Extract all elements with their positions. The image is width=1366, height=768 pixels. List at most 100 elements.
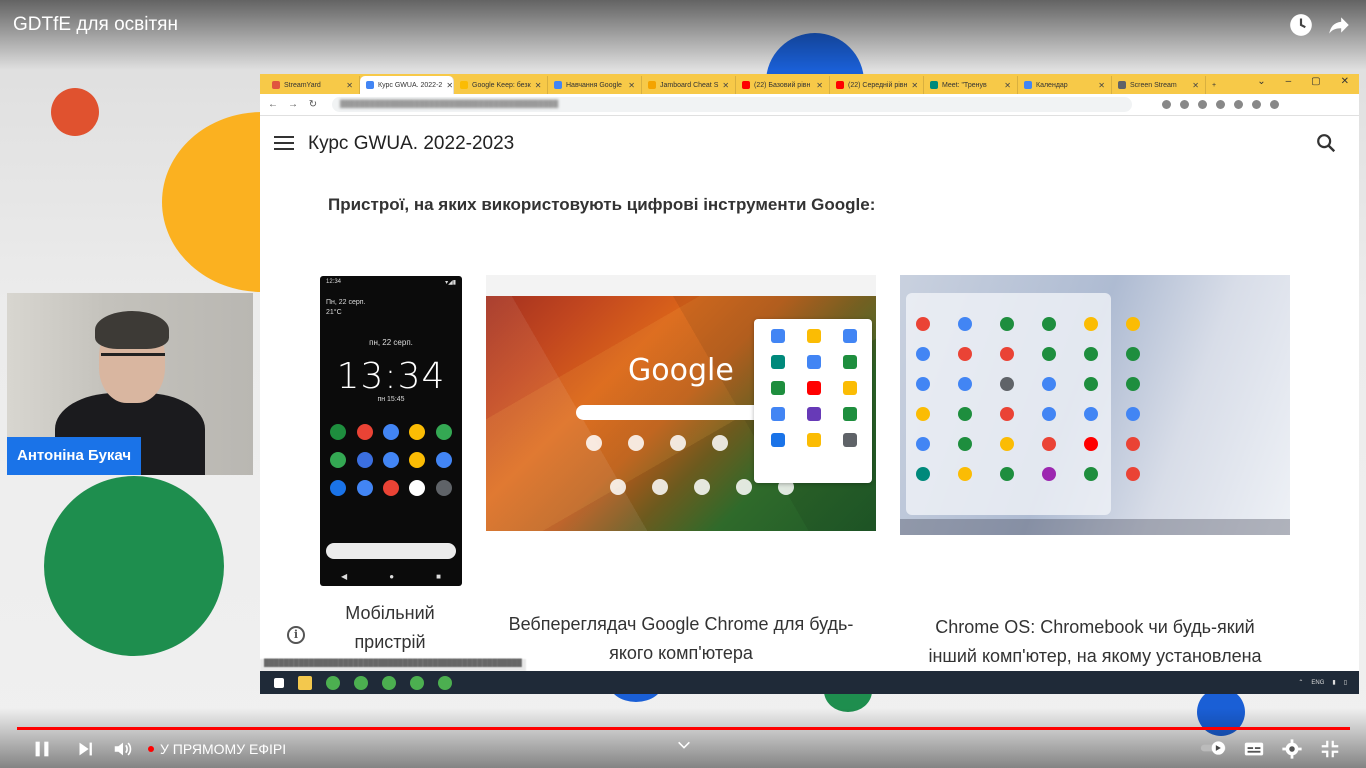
browser-tab[interactable]: StreamYard ✕ xyxy=(266,76,360,94)
browser-tab[interactable]: Google Keep: безк ✕ xyxy=(454,76,548,94)
phone-date: пн, 22 серп. xyxy=(369,338,413,347)
taskbar-chrome-icon[interactable] xyxy=(326,675,340,690)
google-search-box xyxy=(576,405,766,420)
next-icon[interactable] xyxy=(73,738,97,760)
phone-search-bar xyxy=(326,543,456,559)
section-heading: Пристрої, на яких використовують цифрові… xyxy=(328,195,876,214)
browser-tab[interactable]: Meet: "Тренув ✕ xyxy=(924,76,1018,94)
progress-bar[interactable] xyxy=(17,727,1350,730)
info-icon[interactable]: i xyxy=(287,626,305,644)
site-title[interactable]: Курс GWUA. 2022-2023 xyxy=(308,133,514,155)
google-logo: Google xyxy=(628,353,734,388)
presenter-hair xyxy=(95,311,169,349)
live-dot xyxy=(148,746,154,752)
tab-label: (22) Середній рівн xyxy=(848,81,908,89)
taskbar-chrome-icon[interactable] xyxy=(410,675,424,690)
presenter-glasses xyxy=(101,353,165,367)
decor-circle-red xyxy=(51,88,99,136)
browser-tab[interactable]: Screen Stream ✕ xyxy=(1112,76,1206,94)
new-tab-button[interactable]: + xyxy=(1206,76,1226,94)
tab-close-icon[interactable]: ✕ xyxy=(1098,81,1105,90)
screen-share: StreamYard ✕ Курс GWUA. 2022-2 ✕ Google Keep… xyxy=(260,74,1359,694)
live-label: У ПРЯМОМУ ЕФІРІ xyxy=(160,741,287,757)
chromeos-screenshot xyxy=(900,275,1290,535)
tab-close-icon[interactable]: ✕ xyxy=(628,81,635,90)
history-icon[interactable] xyxy=(1288,12,1314,38)
google-apps-panel xyxy=(754,319,872,483)
share-icon[interactable] xyxy=(1326,12,1352,38)
address-bar: ← → ↻ ██████████████████████████████████… xyxy=(260,94,1359,116)
tab-label: Навчання Google xyxy=(566,81,622,89)
tab-close-icon[interactable]: ✕ xyxy=(816,81,823,90)
tab-label: (22) Базовий рівн xyxy=(754,81,811,89)
tab-favicon-icon xyxy=(1024,81,1032,89)
window-controls[interactable]: ⌄ – ▢ ✕ xyxy=(1257,76,1349,87)
tab-favicon-icon xyxy=(648,81,656,89)
menu-icon[interactable] xyxy=(274,136,294,150)
tab-favicon-icon xyxy=(742,81,750,89)
tab-label: Screen Stream xyxy=(1130,81,1177,89)
browser-tab[interactable]: Навчання Google ✕ xyxy=(548,76,642,94)
phone-alarm: пн 15:45 xyxy=(377,396,405,403)
chrome-browser-screenshot: Google xyxy=(486,275,876,531)
caption-chrome: Вебпереглядач Google Chrome для будь- як… xyxy=(508,614,854,663)
browser-tab[interactable]: (22) Базовий рівн ✕ xyxy=(736,76,830,94)
tab-close-icon[interactable]: ✕ xyxy=(722,81,729,90)
sites-header: Курс GWUA. 2022-2023 xyxy=(260,116,1359,170)
top-overlay xyxy=(0,0,1366,70)
chrome-toolbar xyxy=(486,275,876,296)
phone-clock: 13:34 xyxy=(336,356,446,397)
tab-favicon-icon xyxy=(930,81,938,89)
tab-close-icon[interactable]: ✕ xyxy=(446,81,453,90)
browser-tab[interactable]: Jamboard Cheat S ✕ xyxy=(642,76,736,94)
windows-taskbar: ⌃ ENG ▮ ▯ xyxy=(260,671,1359,694)
tab-close-icon[interactable]: ✕ xyxy=(1192,81,1199,90)
tab-close-icon[interactable]: ✕ xyxy=(535,81,542,90)
browser-tab[interactable]: Календар ✕ xyxy=(1018,76,1112,94)
phone-status-bar: 12:34 ▾◢▮ xyxy=(326,279,456,286)
back-icon[interactable]: ← xyxy=(266,99,280,110)
exit-fullscreen-icon[interactable] xyxy=(1318,738,1342,760)
browser-tab[interactable]: (22) Середній рівн ✕ xyxy=(830,76,924,94)
pause-icon[interactable] xyxy=(30,738,54,760)
forward-icon[interactable]: → xyxy=(286,99,300,110)
extension-icons[interactable] xyxy=(1162,100,1279,109)
system-tray[interactable]: ⌃ ENG ▮ ▯ xyxy=(1298,679,1347,687)
windows-start-icon[interactable] xyxy=(274,677,284,688)
tab-favicon-icon xyxy=(366,81,374,89)
chrome-shortcuts-row1 xyxy=(586,435,770,451)
tab-close-icon[interactable]: ✕ xyxy=(911,81,918,90)
reload-icon[interactable]: ↻ xyxy=(306,99,320,110)
subtitles-icon[interactable] xyxy=(1242,738,1266,760)
phone-nav-bar: ◀ ● ■ xyxy=(341,572,441,581)
taskbar-chrome-icon[interactable] xyxy=(354,675,368,690)
presenter-name-tag: Антоніна Букач xyxy=(7,437,142,475)
tab-label: Jamboard Cheat S xyxy=(660,81,719,89)
volume-icon[interactable] xyxy=(111,738,135,760)
live-indicator[interactable]: У ПРЯМОМУ ЕФІРІ xyxy=(148,741,286,757)
video-title[interactable]: GDTfE для освітян xyxy=(13,14,178,36)
tab-favicon-icon xyxy=(836,81,844,89)
file-explorer-icon[interactable] xyxy=(298,675,312,690)
tab-label: Google Keep: безк xyxy=(472,81,531,89)
url-field[interactable]: ████████████████████████████████████████… xyxy=(332,97,1132,112)
chromeos-shelf xyxy=(900,519,1290,535)
chevron-down-icon[interactable] xyxy=(676,738,692,752)
autoplay-toggle[interactable] xyxy=(1200,740,1230,756)
search-icon[interactable] xyxy=(1315,132,1337,154)
tab-label: Календар xyxy=(1036,81,1068,89)
tab-favicon-icon xyxy=(1118,81,1126,89)
phone-app-grid xyxy=(325,424,457,496)
caption-mobile: Мобільний пристрій xyxy=(345,603,435,652)
status-url: ████████████████████████████████████████… xyxy=(260,659,526,671)
settings-icon[interactable] xyxy=(1280,738,1304,760)
tab-close-icon[interactable]: ✕ xyxy=(1004,81,1011,90)
tab-favicon-icon xyxy=(460,81,468,89)
tab-label: StreamYard xyxy=(284,81,321,89)
tab-label: Курс GWUA. 2022-2 xyxy=(378,81,443,89)
tab-label: Meet: "Тренув xyxy=(942,81,987,89)
taskbar-chrome-icon[interactable] xyxy=(438,675,452,690)
taskbar-chrome-icon[interactable] xyxy=(382,675,396,690)
tab-close-icon[interactable]: ✕ xyxy=(346,81,353,90)
browser-tab[interactable]: Курс GWUA. 2022-2 ✕ xyxy=(360,76,454,94)
